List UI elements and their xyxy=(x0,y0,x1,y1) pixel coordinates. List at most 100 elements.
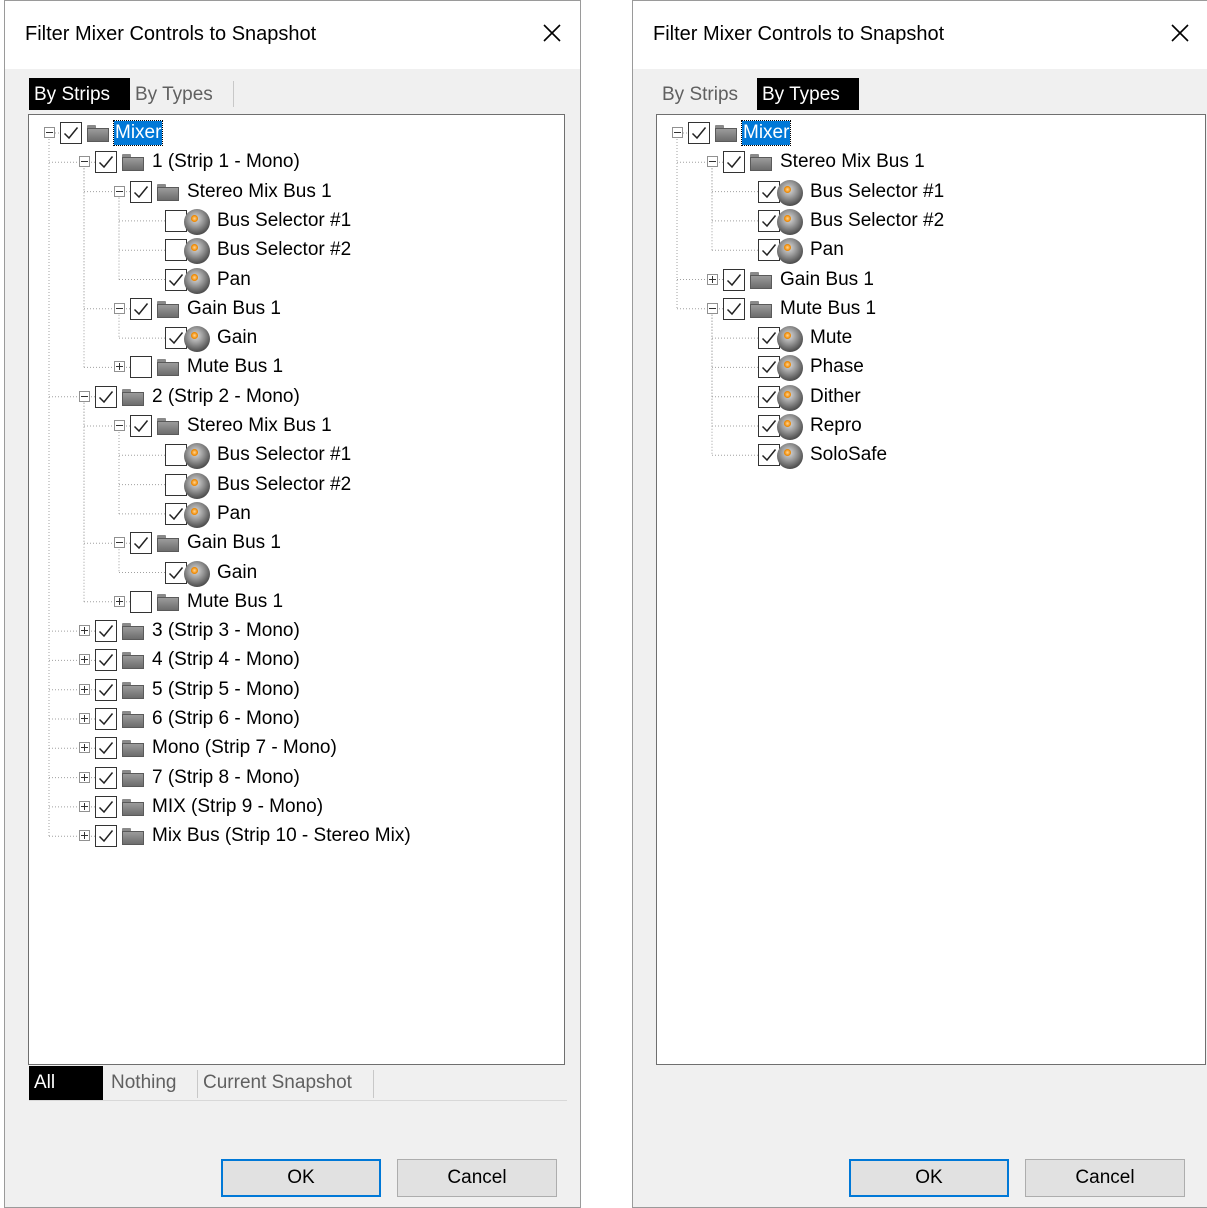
tree-node-bus-selector-2[interactable]: Bus Selector #2 xyxy=(29,238,564,265)
tree-node-6-strip-6-mono[interactable]: 6 (Strip 6 - Mono) xyxy=(29,707,564,731)
tree-node-bus-selector-2[interactable]: Bus Selector #2 xyxy=(29,472,564,499)
checkbox-icon[interactable] xyxy=(130,297,152,320)
collapse-icon[interactable] xyxy=(672,127,683,138)
checkbox-icon[interactable] xyxy=(95,151,117,174)
collapse-icon[interactable] xyxy=(114,420,125,431)
tree-node-1-strip-1-mono[interactable]: 1 (Strip 1 - Mono) xyxy=(29,150,564,174)
mixer-tree-panel[interactable]: Mixer Stereo Mix Bus 1 Bus Selector #1 Bus … xyxy=(656,114,1206,1065)
cancel-button[interactable]: Cancel xyxy=(1025,1159,1185,1197)
checkbox-icon[interactable] xyxy=(130,415,152,437)
mixer-tree-panel[interactable]: Mixer 1 (Strip 1 - Mono) Stereo Mix Bus 1 B… xyxy=(28,114,565,1065)
checkbox-icon[interactable] xyxy=(95,385,117,408)
tree-node-mix-strip-9-mono[interactable]: MIX (Strip 9 - Mono) xyxy=(29,795,564,819)
tree-node-3-strip-3-mono[interactable]: 3 (Strip 3 - Mono) xyxy=(29,619,564,643)
checkbox-icon[interactable] xyxy=(130,356,152,379)
tree-node-stereo-mix-bus-1[interactable]: Stereo Mix Bus 1 xyxy=(657,150,1205,174)
tree-node-mute-bus-1[interactable]: Mute Bus 1 xyxy=(29,590,564,614)
ok-button[interactable]: OK xyxy=(849,1159,1009,1197)
collapse-icon[interactable] xyxy=(44,127,55,138)
folder-icon xyxy=(122,740,144,758)
cancel-button[interactable]: Cancel xyxy=(397,1159,557,1197)
tree-node-4-strip-4-mono[interactable]: 4 (Strip 4 - Mono) xyxy=(29,648,564,672)
collapse-icon[interactable] xyxy=(707,302,718,314)
close-icon[interactable] xyxy=(538,19,566,47)
tree-node-pan[interactable]: Pan xyxy=(29,501,564,528)
checkbox-icon[interactable] xyxy=(95,649,117,672)
tree-node-pan[interactable]: Pan xyxy=(29,267,564,294)
collapse-icon[interactable] xyxy=(707,156,718,168)
collapse-icon[interactable] xyxy=(79,156,90,168)
tree-node-7-strip-8-mono[interactable]: 7 (Strip 8 - Mono) xyxy=(29,766,564,790)
checkbox-icon[interactable] xyxy=(130,180,152,203)
checkbox-icon[interactable] xyxy=(130,532,152,555)
checkbox-icon[interactable] xyxy=(130,590,152,613)
tree-node-mono-strip-7-mono[interactable]: Mono (Strip 7 - Mono) xyxy=(29,736,564,760)
tree-node-label: Mono (Strip 7 - Mono) xyxy=(152,737,337,759)
folder-icon xyxy=(122,769,144,787)
checkbox-icon[interactable] xyxy=(95,766,117,789)
checkbox-icon[interactable] xyxy=(95,678,117,701)
tab-current-snapshot[interactable]: Current Snapshot xyxy=(198,1066,357,1100)
checkbox-icon[interactable] xyxy=(723,151,745,174)
tree-node-stereo-mix-bus-1[interactable]: Stereo Mix Bus 1 xyxy=(29,414,564,438)
tree-node-mix-bus-strip-10-stereo-mix[interactable]: Mix Bus (Strip 10 - Stereo Mix) xyxy=(29,824,564,848)
expand-icon[interactable] xyxy=(79,742,90,754)
tree-node-mixer[interactable]: Mixer xyxy=(657,120,1205,146)
tree-node-bus-selector-2[interactable]: Bus Selector #2 xyxy=(657,208,1205,235)
checkbox-icon[interactable] xyxy=(723,268,745,291)
folder-icon xyxy=(122,388,144,406)
tree-node-gain-bus-1[interactable]: Gain Bus 1 xyxy=(29,531,564,555)
tree-node-mute[interactable]: Mute xyxy=(657,326,1205,353)
tab-nothing[interactable]: Nothing xyxy=(106,1066,182,1100)
collapse-icon[interactable] xyxy=(114,302,125,314)
tree-node-pan[interactable]: Pan xyxy=(657,238,1205,265)
tree-node-bus-selector-1[interactable]: Bus Selector #1 xyxy=(29,208,564,235)
tree-node-mixer[interactable]: Mixer xyxy=(29,120,564,146)
checkbox-icon[interactable] xyxy=(95,620,117,643)
expand-icon[interactable] xyxy=(79,713,90,724)
expand-icon[interactable] xyxy=(114,361,125,373)
expand-icon[interactable] xyxy=(79,654,90,666)
collapse-icon[interactable] xyxy=(79,390,90,402)
checkbox-icon[interactable] xyxy=(95,825,117,848)
checkbox-icon[interactable] xyxy=(60,122,82,144)
tree-node-5-strip-5-mono[interactable]: 5 (Strip 5 - Mono) xyxy=(29,678,564,702)
tree-node-mute-bus-1[interactable]: Mute Bus 1 xyxy=(29,355,564,379)
checkbox-icon[interactable] xyxy=(95,708,117,730)
tab-by-types[interactable]: By Types xyxy=(757,78,859,110)
expand-icon[interactable] xyxy=(79,830,90,842)
tree-node-gain[interactable]: Gain xyxy=(29,560,564,587)
tree-node-gain[interactable]: Gain xyxy=(29,326,564,353)
tree-node-2-strip-2-mono[interactable]: 2 (Strip 2 - Mono) xyxy=(29,385,564,409)
tab-by-strips[interactable]: By Strips xyxy=(29,78,130,110)
ok-button[interactable]: OK xyxy=(221,1159,381,1197)
checkbox-icon[interactable] xyxy=(688,122,710,144)
tab-by-types[interactable]: By Types xyxy=(130,78,230,110)
tree-node-dither[interactable]: Dither xyxy=(657,384,1205,411)
tree-node-gain-bus-1[interactable]: Gain Bus 1 xyxy=(657,268,1205,292)
expand-icon[interactable] xyxy=(114,595,125,607)
tree-node-mute-bus-1[interactable]: Mute Bus 1 xyxy=(657,297,1205,321)
expand-icon[interactable] xyxy=(79,683,90,695)
expand-icon[interactable] xyxy=(79,800,90,812)
expand-icon[interactable] xyxy=(707,273,718,285)
tab-all[interactable]: All xyxy=(29,1066,103,1100)
tree-node-gain-bus-1[interactable]: Gain Bus 1 xyxy=(29,297,564,321)
filter-dialog-by-types: Filter Mixer Controls to Snapshot By Str… xyxy=(632,0,1207,1208)
collapse-icon[interactable] xyxy=(114,185,125,197)
checkbox-icon[interactable] xyxy=(723,297,745,320)
checkbox-icon[interactable] xyxy=(95,737,117,760)
expand-icon[interactable] xyxy=(79,625,90,637)
tree-node-bus-selector-1[interactable]: Bus Selector #1 xyxy=(29,443,564,470)
checkbox-icon[interactable] xyxy=(95,795,117,818)
tree-node-solosafe[interactable]: SoloSafe xyxy=(657,443,1205,470)
tab-by-strips[interactable]: By Strips xyxy=(657,78,757,110)
tree-node-stereo-mix-bus-1[interactable]: Stereo Mix Bus 1 xyxy=(29,180,564,204)
tree-node-repro[interactable]: Repro xyxy=(657,414,1205,440)
knob-icon xyxy=(184,238,210,265)
tree-node-bus-selector-1[interactable]: Bus Selector #1 xyxy=(657,179,1205,206)
expand-icon[interactable] xyxy=(79,771,90,783)
collapse-icon[interactable] xyxy=(114,537,125,549)
close-icon[interactable] xyxy=(1166,19,1194,47)
tree-node-phase[interactable]: Phase xyxy=(657,355,1205,382)
